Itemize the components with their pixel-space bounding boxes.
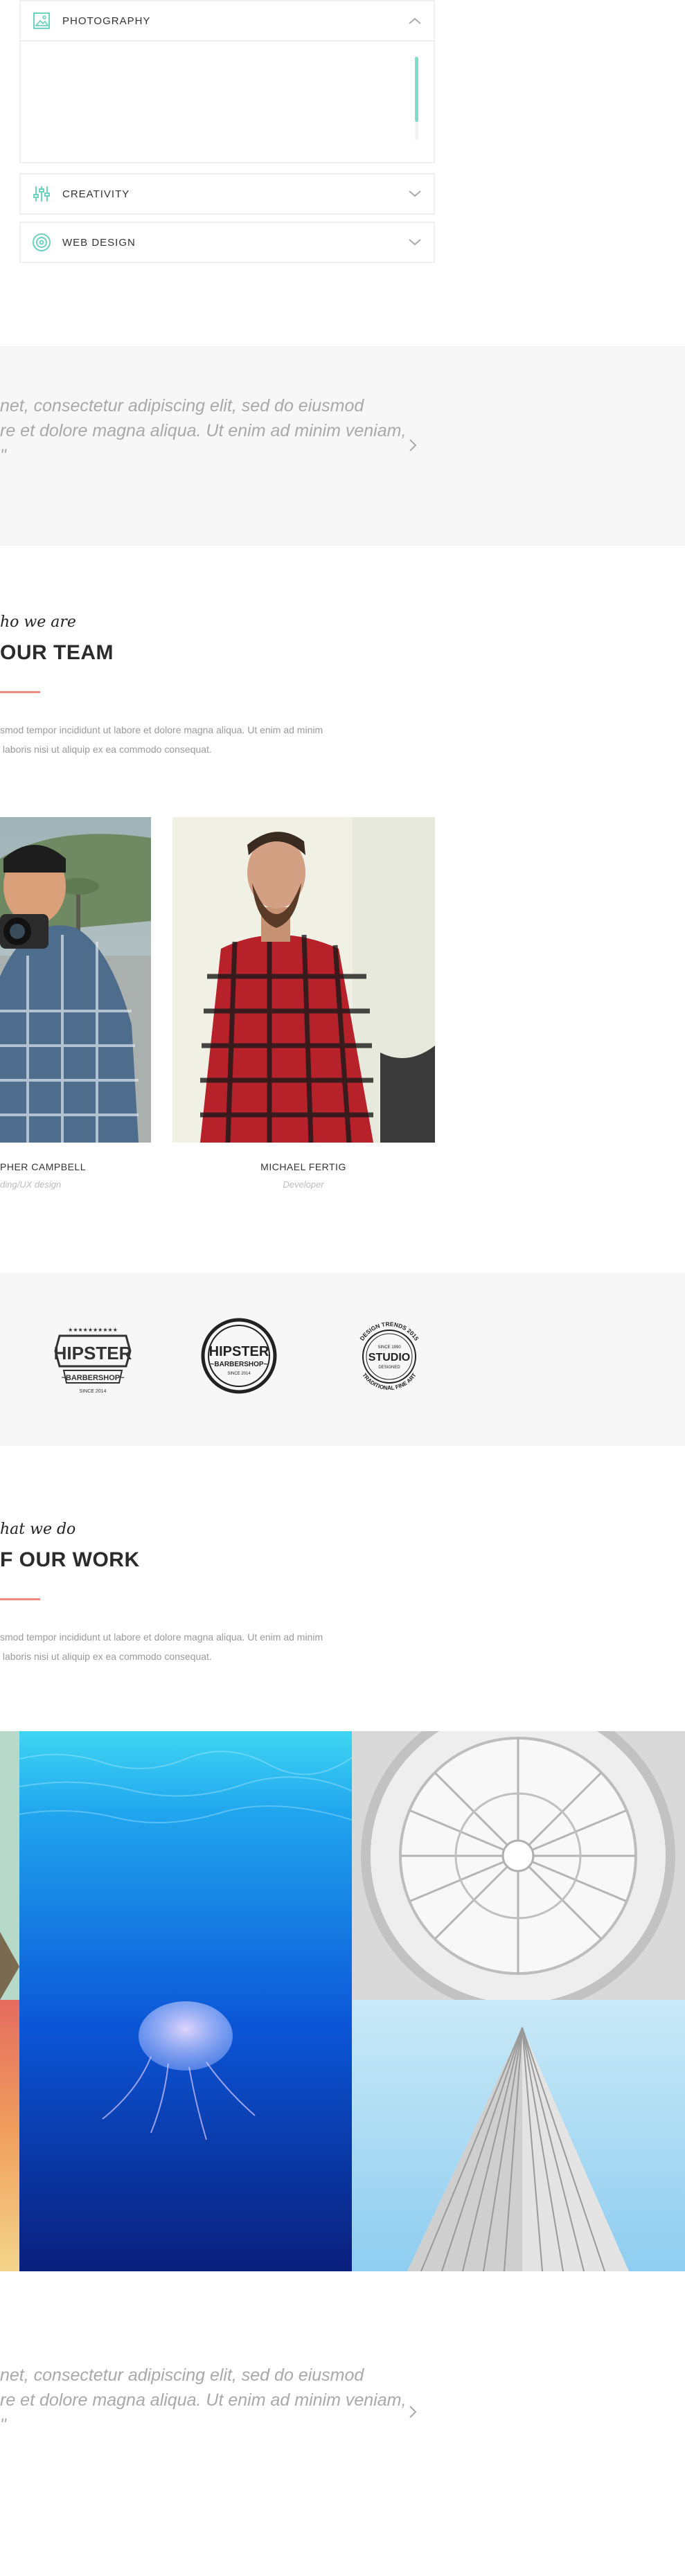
logo-since-text: SINCE 2014: [227, 1372, 251, 1376]
portfolio-tile-left-bottom[interactable]: [0, 2000, 19, 2271]
member-role: Developer: [283, 1179, 324, 1190]
work-description: laboris nisi ut aliquip ex ea commodo co…: [0, 1651, 212, 1662]
team-photo-photographer[interactable]: [0, 817, 151, 1143]
chevron-right-icon[interactable]: [405, 438, 420, 453]
chevron-right-icon[interactable]: [405, 2404, 420, 2420]
scrollbar-thumb[interactable]: [415, 57, 418, 122]
portfolio-tile-dome[interactable]: [352, 1731, 685, 2000]
heading-underline: [0, 1598, 40, 1600]
scrollbar-track[interactable]: [415, 57, 418, 140]
client-logo-hipster-circle: HIPSTER ~BARBERSHOP~ SINCE 2014: [200, 1317, 278, 1395]
member-role: ding/UX design: [0, 1179, 62, 1190]
team-photo-developer[interactable]: [172, 817, 435, 1143]
member-name: PHER CAMPBELL: [0, 1161, 86, 1172]
accordion-web-design: WEB DESIGN: [19, 222, 435, 263]
team-kicker: ho we are: [0, 614, 76, 631]
testimonial-line: re et dolore magna aliqua. Ut enim ad mi…: [0, 2390, 407, 2410]
logo-main-text: STUDIO: [368, 1352, 410, 1363]
sliders-icon: [32, 184, 51, 204]
accordion-title: WEB DESIGN: [62, 236, 136, 249]
work-kicker: hat we do: [0, 1521, 76, 1538]
portfolio-tile-jellyfish[interactable]: [19, 1731, 352, 2271]
testimonial-line: ": [0, 2415, 6, 2435]
logo-stars: ★★★★★★★★★★: [68, 1327, 118, 1333]
testimonial-line: net, consectetur adipiscing elit, sed do…: [0, 2365, 364, 2385]
testimonial-line: net, consectetur adipiscing elit, sed do…: [0, 396, 364, 415]
heading-underline: [0, 691, 40, 693]
chevron-down-icon[interactable]: [407, 186, 422, 202]
accordion-header-creativity[interactable]: CREATIVITY: [21, 175, 434, 213]
team-description: laboris nisi ut aliquip ex ea commodo co…: [0, 744, 212, 755]
client-logo-hipster-barbershop: ★★★★★★★★★★ HIPSTER ~BARBERSHOP~ SINCE 20…: [50, 1323, 136, 1395]
accordion-title: CREATIVITY: [62, 188, 130, 200]
testimonial-band: [0, 346, 685, 546]
team-description: smod tempor incididunt ut labore et dolo…: [0, 724, 323, 735]
logo-sub-text: ~BARBERSHOP~: [61, 1374, 125, 1382]
logo-ring-top-text: DESIGN TRENDS 2015: [358, 1321, 420, 1342]
client-logo-studio: DESIGN TRENDS 2015 TRADITIONAL FINE ART …: [350, 1315, 428, 1397]
testimonial-line: ": [0, 446, 6, 465]
accordion-creativity: CREATIVITY: [19, 173, 435, 215]
portfolio-tile-left-top[interactable]: [0, 1731, 19, 2000]
accordion-title: PHOTOGRAPHY: [62, 15, 151, 27]
logo-main-text: HIPSTER: [209, 1344, 269, 1359]
accordion-photography: PHOTOGRAPHY: [19, 0, 435, 163]
svg-text:DESIGN TRENDS 2015: DESIGN TRENDS 2015: [358, 1321, 420, 1342]
logo-sub-text: ~BARBERSHOP~: [211, 1361, 268, 1368]
team-heading: OUR TEAM: [0, 641, 114, 664]
chevron-down-icon[interactable]: [407, 235, 422, 250]
member-name: MICHAEL FERTIG: [260, 1161, 346, 1172]
work-heading: F OUR WORK: [0, 1548, 140, 1571]
logo-small-text: SINCE 1990: [377, 1345, 401, 1350]
image-icon: [32, 11, 51, 30]
portfolio-tile-skyscraper[interactable]: [352, 2000, 685, 2271]
work-description: smod tempor incididunt ut labore et dolo…: [0, 1631, 323, 1643]
accordion-content: [21, 40, 434, 162]
accordion-header-photography[interactable]: PHOTOGRAPHY: [21, 1, 434, 40]
testimonial-line: re et dolore magna aliqua. Ut enim ad mi…: [0, 421, 407, 440]
target-icon: [32, 233, 51, 252]
accordion-header-web-design[interactable]: WEB DESIGN: [21, 223, 434, 262]
logo-main-text: HIPSTER: [54, 1343, 132, 1363]
logo-since-text: SINCE 2014: [80, 1389, 107, 1394]
logo-mid-text: DESIGNED: [378, 1366, 400, 1370]
chevron-up-icon[interactable]: [407, 13, 422, 28]
